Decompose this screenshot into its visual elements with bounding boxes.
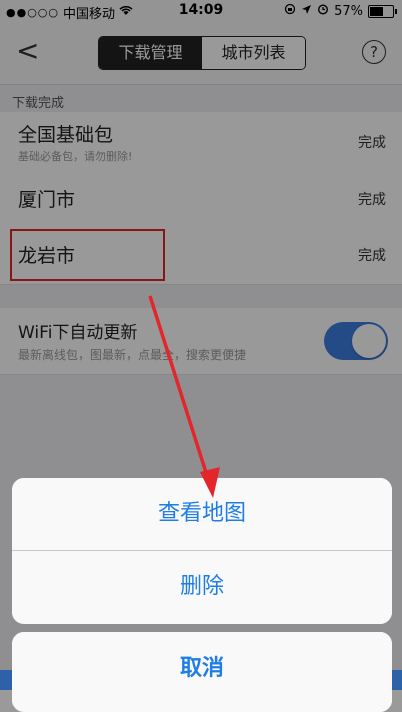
arrow-head — [200, 467, 220, 498]
annotation-arrow — [148, 295, 220, 498]
arrow-shaft — [148, 295, 211, 483]
